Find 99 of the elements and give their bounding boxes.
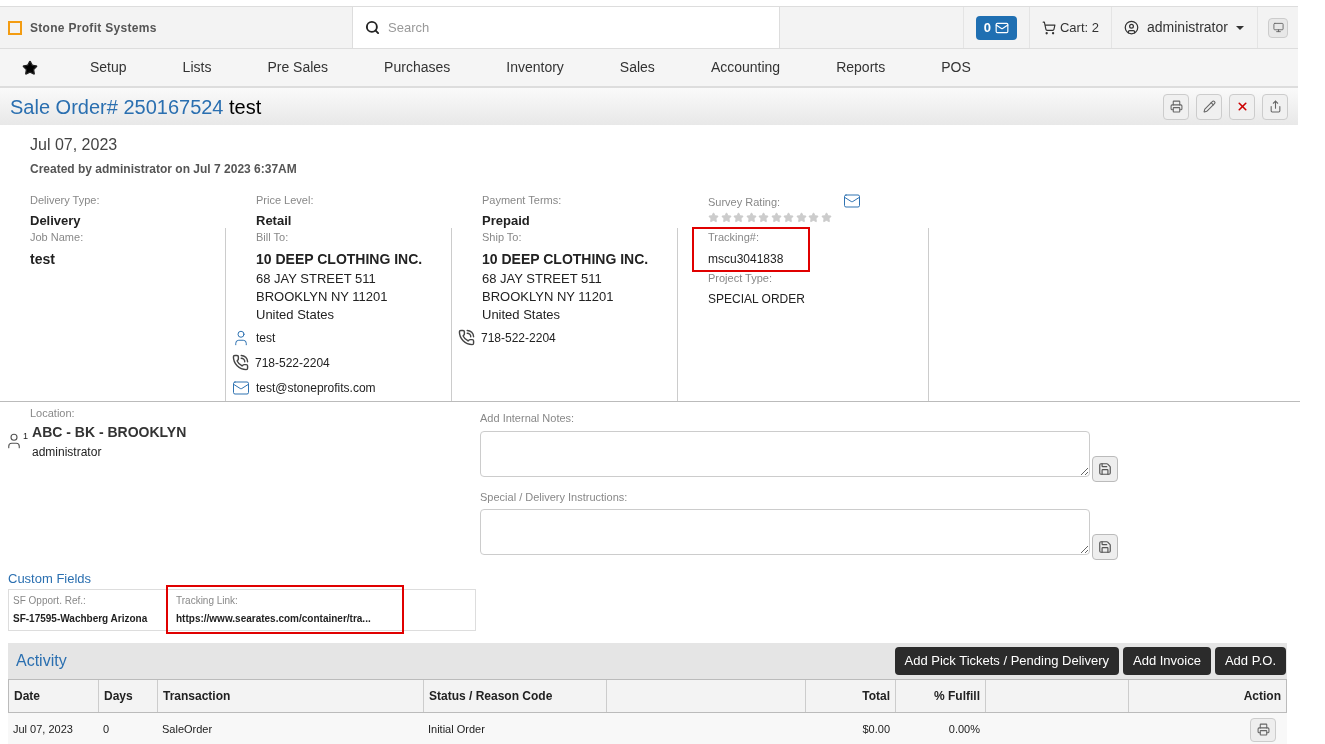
column-header: Total: [806, 679, 896, 712]
favorites-icon[interactable]: [22, 59, 38, 76]
phone-number: 718-522-2204: [255, 354, 330, 372]
contact-name: test: [256, 329, 276, 347]
address-line: United States: [256, 305, 336, 324]
nav-item[interactable]: Inventory: [478, 57, 592, 78]
monitor-icon: [1272, 22, 1284, 33]
tracking-number: mscu3041838: [708, 250, 785, 268]
add-button[interactable]: Add Invoice: [1123, 646, 1211, 675]
field-value: test: [30, 249, 56, 269]
field-label: Delivery Type:: [30, 193, 101, 208]
address-line: BROOKLYN NY 11201: [482, 287, 615, 306]
nav-item[interactable]: Pre Sales: [239, 57, 357, 78]
location-name: ABC - BK - BROOKLYN: [32, 422, 187, 442]
nav-item[interactable]: Setup: [62, 57, 155, 78]
address-line: United States: [482, 305, 562, 324]
table-cell-text: $0.00: [862, 722, 890, 738]
pencil-icon: [1202, 100, 1216, 113]
cart-icon: [1042, 20, 1056, 35]
table-cell-text: Jul 07, 2023: [13, 722, 73, 738]
brand-name: Stone Profit Systems: [30, 19, 157, 37]
nav-item[interactable]: Sales: [591, 57, 683, 78]
phone-number: 718-522-2204: [481, 329, 556, 347]
user-menu[interactable]: administrator: [1111, 7, 1257, 48]
save-icon: [1098, 461, 1112, 476]
field-label: Project Type:: [708, 270, 773, 286]
address-line: 68 JAY STREET 511: [256, 269, 377, 288]
messages-button[interactable]: 0: [975, 15, 1017, 40]
field-label: Bill To:: [256, 230, 290, 245]
share-icon: [1268, 100, 1282, 113]
custom-field-value: https://www.searates.com/container/tra...: [176, 612, 372, 626]
created-info: Created by administrator on Jul 7 2023 6:37AM: [30, 161, 298, 178]
address-line: 68 JAY STREET 511: [482, 269, 603, 288]
save-icon: [1098, 540, 1112, 554]
edit-button[interactable]: [1196, 93, 1222, 120]
table-cell-text: SaleOrder: [162, 722, 213, 738]
column-header: Days: [99, 679, 158, 712]
column-header: Action: [1242, 687, 1282, 705]
person-icon: [232, 328, 250, 347]
field-label: Payment Terms:: [482, 193, 563, 208]
field-label: Job Name:: [30, 230, 85, 245]
share-button[interactable]: [1262, 93, 1288, 120]
field-label: SF Opport. Ref.:: [13, 594, 87, 608]
column-header: Transaction: [158, 679, 424, 712]
custom-field-value: SF-17595-Wachberg Arizona: [13, 612, 149, 626]
field-label: Ship To:: [482, 230, 523, 245]
email-address: test@stoneprofits.com: [256, 379, 376, 397]
company-name: 10 DEEP CLOTHING INC.: [482, 249, 650, 269]
field-value: Delivery: [30, 211, 82, 230]
screen-button[interactable]: [1268, 17, 1288, 38]
phone-icon: [232, 354, 249, 371]
section-title: Custom Fields: [8, 570, 93, 588]
order-date: Jul 07, 2023: [30, 135, 119, 155]
save-button[interactable]: [1092, 534, 1118, 560]
save-button[interactable]: [1092, 455, 1118, 482]
column-header: Date: [9, 679, 99, 712]
add-button[interactable]: Add Pick Tickets / Pending Delivery: [894, 646, 1119, 675]
mail-icon: [995, 20, 1009, 35]
nav-item[interactable]: Reports: [808, 57, 914, 78]
mail-icon: [232, 378, 250, 397]
nav-item[interactable]: Accounting: [682, 57, 809, 78]
field-label: Price Level:: [256, 193, 315, 208]
add-button[interactable]: Add P.O.: [1214, 646, 1286, 675]
printer-icon: [1169, 100, 1183, 113]
printer-icon: [1256, 723, 1270, 736]
table-cell-text: 0: [103, 722, 110, 738]
project-type: SPECIAL ORDER: [708, 291, 806, 308]
column-header: % Fulfill: [896, 679, 986, 712]
close-icon: [1235, 100, 1249, 113]
field-label: Survey Rating:: [708, 195, 782, 210]
user-icon: [1124, 20, 1139, 35]
location-user: administrator: [32, 443, 103, 461]
table-cell-text: Initial Order: [428, 722, 485, 738]
page-title: Sale Order# 250167524 test: [10, 94, 263, 120]
search-icon: [365, 20, 380, 35]
field-value: Prepaid: [482, 211, 531, 230]
notes-field[interactable]: [480, 430, 1090, 477]
cart-button[interactable]: Cart: 2: [1029, 7, 1111, 48]
nav-item[interactable]: Purchases: [356, 57, 479, 78]
print-button[interactable]: [1163, 93, 1189, 120]
address-line: BROOKLYN NY 11201: [256, 287, 389, 306]
field-label: Add Internal Notes:: [480, 411, 576, 426]
mail-icon[interactable]: [843, 192, 861, 210]
logo-icon: [8, 20, 22, 35]
column-header: Status / Reason Code: [424, 679, 607, 712]
nav-item[interactable]: Lists: [154, 57, 240, 78]
field-label: Tracking Link:: [176, 594, 239, 608]
phone-icon: [458, 329, 475, 346]
nav-item[interactable]: POS: [913, 57, 999, 78]
notes-field[interactable]: [480, 509, 1090, 555]
print-button[interactable]: [1250, 717, 1276, 742]
field-label: Tracking#:: [708, 230, 760, 245]
field-value: Retail: [256, 211, 293, 230]
close-button[interactable]: [1229, 93, 1255, 120]
field-label: Location:: [30, 406, 76, 421]
company-name: 10 DEEP CLOTHING INC.: [256, 249, 424, 269]
table-cell-text: 0.00%: [948, 722, 980, 738]
section-title: Activity: [16, 650, 68, 671]
field-label: Special / Delivery Instructions:: [480, 489, 629, 505]
